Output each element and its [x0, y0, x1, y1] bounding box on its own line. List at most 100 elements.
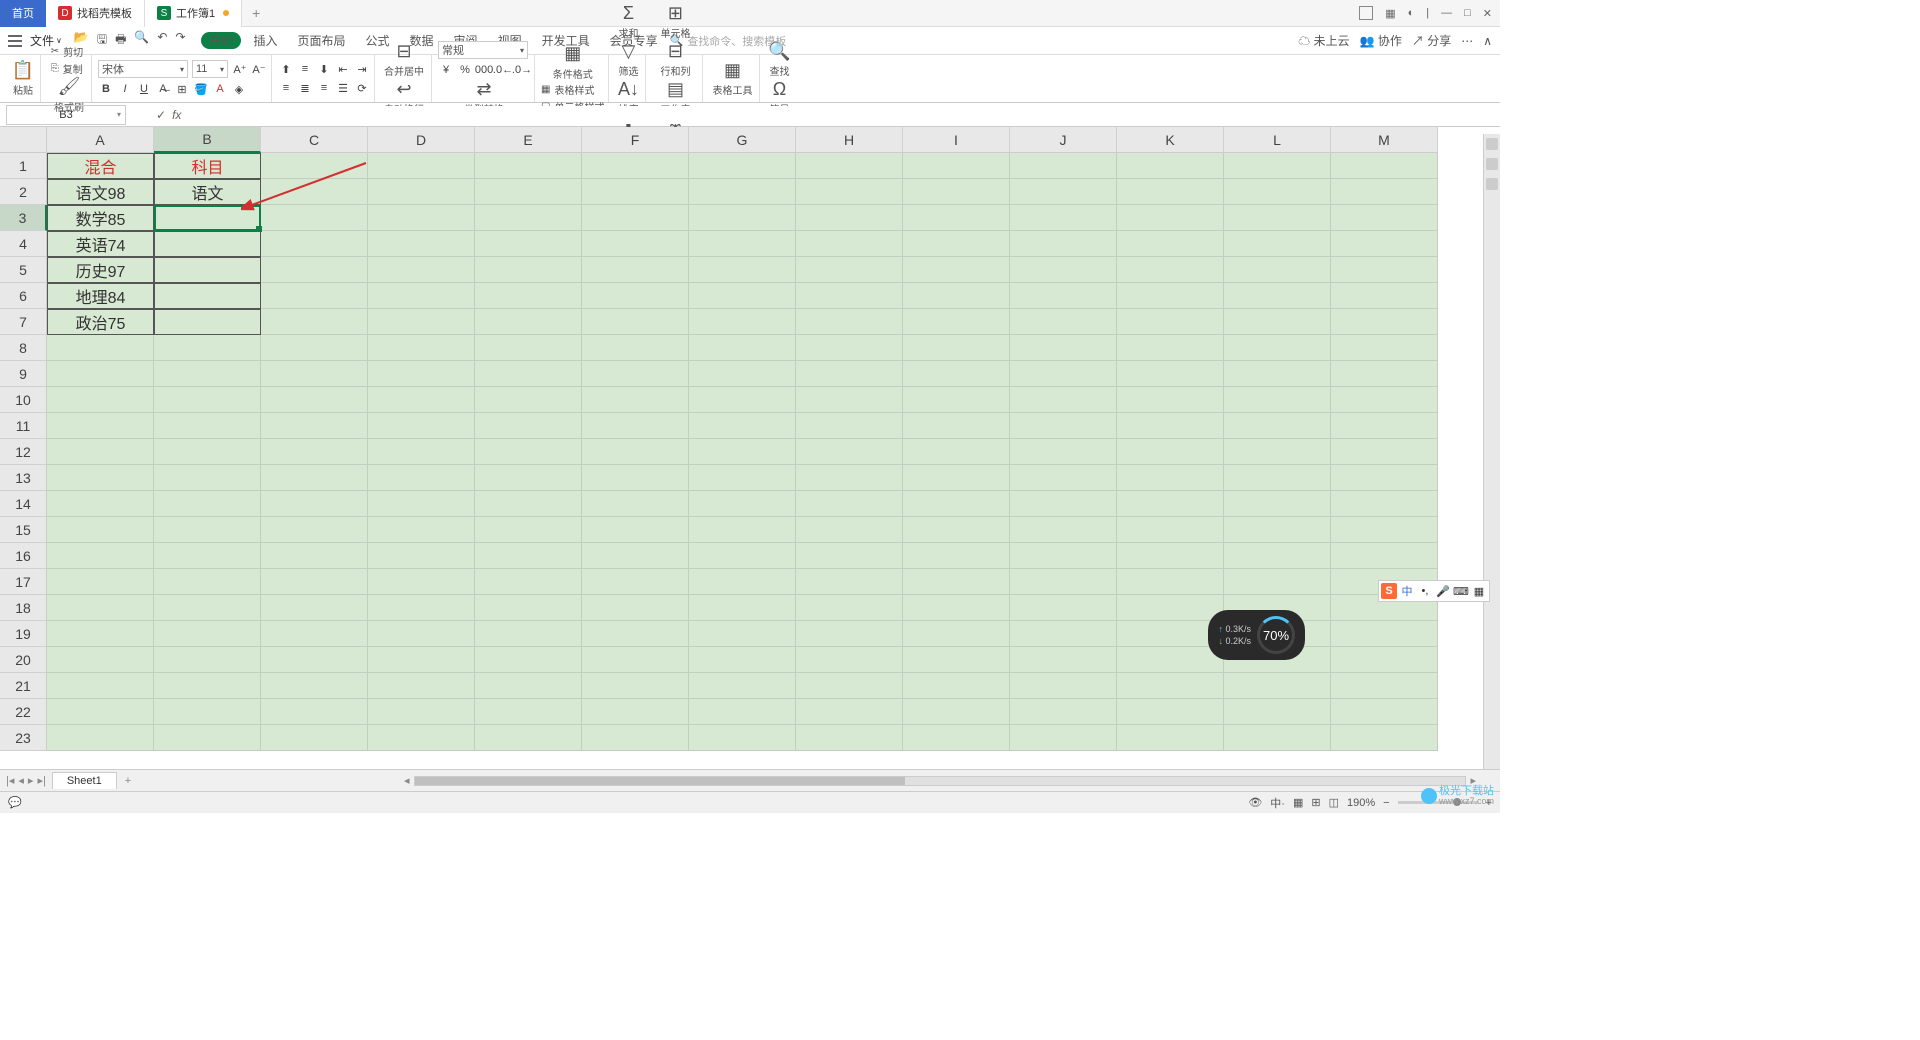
cell-F9[interactable] — [582, 361, 689, 387]
col-header-I[interactable]: I — [903, 127, 1010, 153]
cell-I17[interactable] — [903, 569, 1010, 595]
cell-B4[interactable] — [154, 231, 261, 257]
cell-D15[interactable] — [368, 517, 475, 543]
maximize-button[interactable]: □ — [1464, 7, 1471, 19]
cell-M13[interactable] — [1331, 465, 1438, 491]
cell-B21[interactable] — [154, 673, 261, 699]
cell-K14[interactable] — [1117, 491, 1224, 517]
cell-M11[interactable] — [1331, 413, 1438, 439]
cell-H23[interactable] — [796, 725, 903, 751]
strike-button[interactable]: A̶ — [155, 81, 171, 97]
cell-F18[interactable] — [582, 595, 689, 621]
cell-J14[interactable] — [1010, 491, 1117, 517]
cell-B18[interactable] — [154, 595, 261, 621]
ime-mic-icon[interactable]: 🎤 — [1435, 583, 1451, 599]
cell-L13[interactable] — [1224, 465, 1331, 491]
cell-D21[interactable] — [368, 673, 475, 699]
cell-B16[interactable] — [154, 543, 261, 569]
sheet-last-icon[interactable]: ▸| — [37, 774, 45, 787]
cell-D11[interactable] — [368, 413, 475, 439]
cell-M19[interactable] — [1331, 621, 1438, 647]
row-header-13[interactable]: 13 — [0, 465, 47, 491]
cell-M22[interactable] — [1331, 699, 1438, 725]
cell-K6[interactable] — [1117, 283, 1224, 309]
cell-I14[interactable] — [903, 491, 1010, 517]
cell-F16[interactable] — [582, 543, 689, 569]
clear-format-button[interactable]: ◈ — [231, 81, 247, 97]
row-header-23[interactable]: 23 — [0, 725, 47, 751]
sheet-prev-icon[interactable]: ◂ — [18, 774, 24, 787]
cell-G18[interactable] — [689, 595, 796, 621]
cell-C5[interactable] — [261, 257, 368, 283]
tab-home[interactable]: 首页 — [0, 0, 46, 27]
cell-L11[interactable] — [1224, 413, 1331, 439]
cell-E2[interactable] — [475, 179, 582, 205]
align-mid-icon[interactable]: ≡ — [297, 61, 313, 77]
cell-H8[interactable] — [796, 335, 903, 361]
cell-C12[interactable] — [261, 439, 368, 465]
sheet-next-icon[interactable]: ▸ — [28, 774, 34, 787]
cell-G5[interactable] — [689, 257, 796, 283]
merge-button[interactable]: ⊟合并居中 — [381, 41, 427, 78]
cell-B5[interactable] — [154, 257, 261, 283]
col-header-D[interactable]: D — [368, 127, 475, 153]
cell-A18[interactable] — [47, 595, 154, 621]
cell-H3[interactable] — [796, 205, 903, 231]
cell-B22[interactable] — [154, 699, 261, 725]
cell-L12[interactable] — [1224, 439, 1331, 465]
sheet-add-button[interactable]: + — [117, 775, 139, 787]
cell-D6[interactable] — [368, 283, 475, 309]
cell-C14[interactable] — [261, 491, 368, 517]
orient-icon[interactable]: ⟳ — [354, 80, 370, 96]
cell-J22[interactable] — [1010, 699, 1117, 725]
cell-B20[interactable] — [154, 647, 261, 673]
cell-H9[interactable] — [796, 361, 903, 387]
cell-L23[interactable] — [1224, 725, 1331, 751]
row-header-19[interactable]: 19 — [0, 621, 47, 647]
cell-B23[interactable] — [154, 725, 261, 751]
cell-C7[interactable] — [261, 309, 368, 335]
cell-M3[interactable] — [1331, 205, 1438, 231]
cell-G21[interactable] — [689, 673, 796, 699]
cell-B1[interactable]: 科目 — [154, 153, 261, 179]
col-header-M[interactable]: M — [1331, 127, 1438, 153]
size-select[interactable]: 11▾ — [192, 60, 228, 78]
cell-B6[interactable] — [154, 283, 261, 309]
row-header-5[interactable]: 5 — [0, 257, 47, 283]
cell-E5[interactable] — [475, 257, 582, 283]
cell-A8[interactable] — [47, 335, 154, 361]
cell-D7[interactable] — [368, 309, 475, 335]
cell-C1[interactable] — [261, 153, 368, 179]
indent-inc-icon[interactable]: ⇥ — [354, 61, 370, 77]
status-icon[interactable]: 💬 — [8, 796, 22, 809]
row-header-10[interactable]: 10 — [0, 387, 47, 413]
cell-K13[interactable] — [1117, 465, 1224, 491]
cell-H5[interactable] — [796, 257, 903, 283]
cell-A22[interactable] — [47, 699, 154, 725]
cell-M4[interactable] — [1331, 231, 1438, 257]
cell-I12[interactable] — [903, 439, 1010, 465]
filter-button[interactable]: ▽筛选 — [615, 41, 641, 78]
cell-F5[interactable] — [582, 257, 689, 283]
inc-font-icon[interactable]: A⁺ — [232, 61, 248, 77]
row-header-22[interactable]: 22 — [0, 699, 47, 725]
cell-C10[interactable] — [261, 387, 368, 413]
cell-D16[interactable] — [368, 543, 475, 569]
underline-button[interactable]: U — [136, 81, 152, 97]
align-left-icon[interactable]: ≡ — [278, 80, 294, 96]
font-color-button[interactable]: A — [212, 81, 228, 97]
cell-C11[interactable] — [261, 413, 368, 439]
cell-F2[interactable] — [582, 179, 689, 205]
cell-K20[interactable] — [1117, 647, 1224, 673]
cell-M6[interactable] — [1331, 283, 1438, 309]
cell-J2[interactable] — [1010, 179, 1117, 205]
cell-H1[interactable] — [796, 153, 903, 179]
cell-J18[interactable] — [1010, 595, 1117, 621]
cell-E19[interactable] — [475, 621, 582, 647]
cell-B12[interactable] — [154, 439, 261, 465]
cell-L4[interactable] — [1224, 231, 1331, 257]
align-bot-icon[interactable]: ⬇ — [316, 61, 332, 77]
cell-D19[interactable] — [368, 621, 475, 647]
cell-G3[interactable] — [689, 205, 796, 231]
cell-F12[interactable] — [582, 439, 689, 465]
